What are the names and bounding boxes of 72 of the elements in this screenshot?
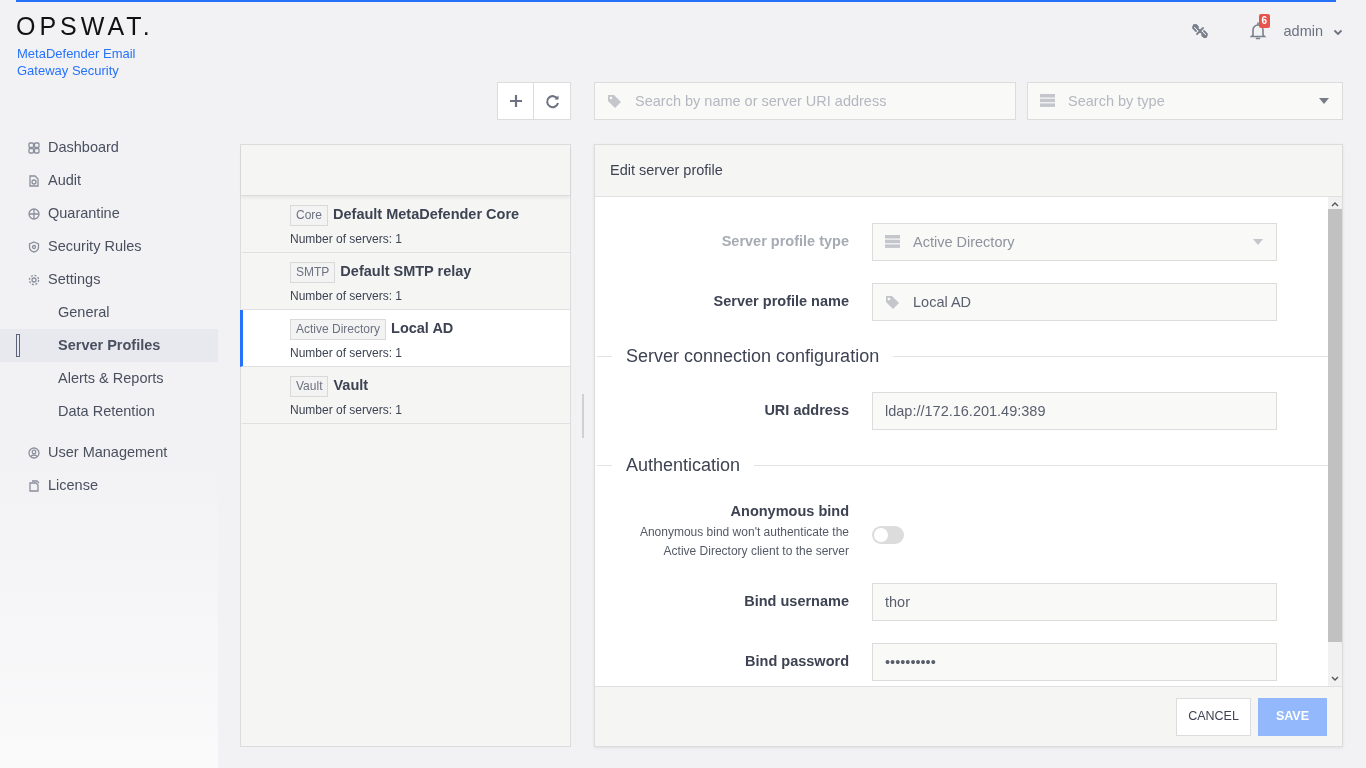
nav-item[interactable]: Security Rules — [0, 230, 218, 263]
nav-subitem[interactable]: Server Profiles — [0, 329, 218, 362]
nav-subitem[interactable]: Alerts & Reports — [0, 362, 218, 395]
profile-item[interactable]: Active Directory Local AD Number of servers: 1 — [240, 310, 570, 367]
profile-name: Vault — [333, 377, 369, 393]
license-icon — [28, 479, 40, 492]
user-circle-icon — [28, 446, 40, 459]
field-label: Bind username — [743, 591, 849, 611]
document-search-icon — [28, 174, 40, 187]
server-icon — [885, 235, 900, 248]
type-filter-dropdown[interactable]: Search by type — [1027, 82, 1343, 120]
server-count: Number of servers: 1 — [290, 345, 404, 362]
help-text: Anonymous bind won't authenticate the Active Directory client to the server — [638, 523, 849, 560]
type-tag: SMTP — [290, 262, 336, 283]
field-label: Server profile name — [712, 292, 849, 312]
server-icon — [1040, 94, 1055, 107]
splitter-handle[interactable] — [581, 393, 584, 438]
nav-item[interactable]: Quarantine — [0, 197, 218, 230]
profile-item[interactable]: Vault Vault Number of servers: 1 — [240, 367, 570, 424]
dropdown-caret-icon — [1319, 98, 1329, 104]
nav-subitem[interactable]: General — [0, 296, 218, 329]
tag-icon — [885, 295, 900, 310]
nav-item[interactable]: License — [0, 469, 218, 502]
input-field[interactable]: •••••••••• — [872, 642, 1277, 681]
nav-item[interactable]: Dashboard — [0, 131, 218, 164]
profile-name: Default MetaDefender Core — [333, 206, 520, 222]
chevron-up-icon[interactable] — [1331, 201, 1339, 207]
profile-name: Default SMTP relay — [340, 263, 472, 279]
panel-title: Edit server profile — [595, 145, 1342, 197]
toggle-switch[interactable] — [872, 526, 904, 544]
nav-item[interactable]: Settings — [0, 263, 218, 296]
field-label: Server profile type — [720, 232, 849, 252]
scrollbar[interactable] — [1328, 197, 1342, 686]
cancel-button[interactable]: CANCEL — [1176, 697, 1251, 736]
refresh-icon — [544, 93, 560, 109]
product-name: MetaDefender Email Gateway Security — [17, 45, 137, 79]
input-field[interactable]: ldap://172.16.201.49:389 — [872, 392, 1277, 430]
type-tag: Vault — [290, 376, 329, 397]
server-count: Number of servers: 1 — [290, 231, 404, 248]
nav-item[interactable]: User Management — [0, 436, 218, 469]
field-label: URI address — [763, 401, 849, 421]
globe-icon — [28, 207, 40, 220]
notification-badge: 6 — [1258, 14, 1271, 28]
server-count: Number of servers: 1 — [290, 402, 404, 419]
field-label: Bind password — [744, 651, 849, 671]
nav-item[interactable]: Audit — [0, 164, 218, 197]
profile-item[interactable]: Core Default MetaDefender Core Number of servers: 1 — [240, 196, 570, 253]
add-button[interactable] — [497, 82, 534, 120]
field-label: Anonymous bind — [729, 502, 849, 521]
profile-name: Local AD — [391, 320, 454, 336]
gear-icon — [28, 273, 40, 286]
dropdown-caret-icon — [1253, 239, 1263, 245]
section-heading: Server connection configuration — [625, 345, 881, 368]
logo: OPSWAT. — [16, 14, 155, 39]
unlink-icon[interactable] — [1189, 21, 1210, 41]
user-menu[interactable]: admin — [1283, 21, 1343, 43]
refresh-button[interactable] — [534, 82, 571, 120]
caret-icon — [1333, 28, 1343, 36]
input-field[interactable]: thor — [872, 582, 1277, 621]
server-count: Number of servers: 1 — [290, 288, 404, 305]
tag-icon — [607, 94, 622, 109]
section-heading: Authentication — [625, 454, 742, 477]
type-tag: Active Directory — [290, 319, 387, 340]
chevron-down-icon[interactable] — [1331, 676, 1339, 682]
nav-subitem[interactable]: Data Retention — [0, 395, 218, 428]
shield-icon — [28, 240, 40, 253]
selection-marker — [16, 334, 20, 357]
search-field[interactable]: Search by name or server URI address — [594, 82, 1016, 120]
plus-icon — [508, 94, 523, 108]
type-tag: Core — [290, 205, 328, 226]
dashboard-icon — [28, 141, 40, 154]
input-field[interactable]: Local AD — [872, 283, 1277, 321]
